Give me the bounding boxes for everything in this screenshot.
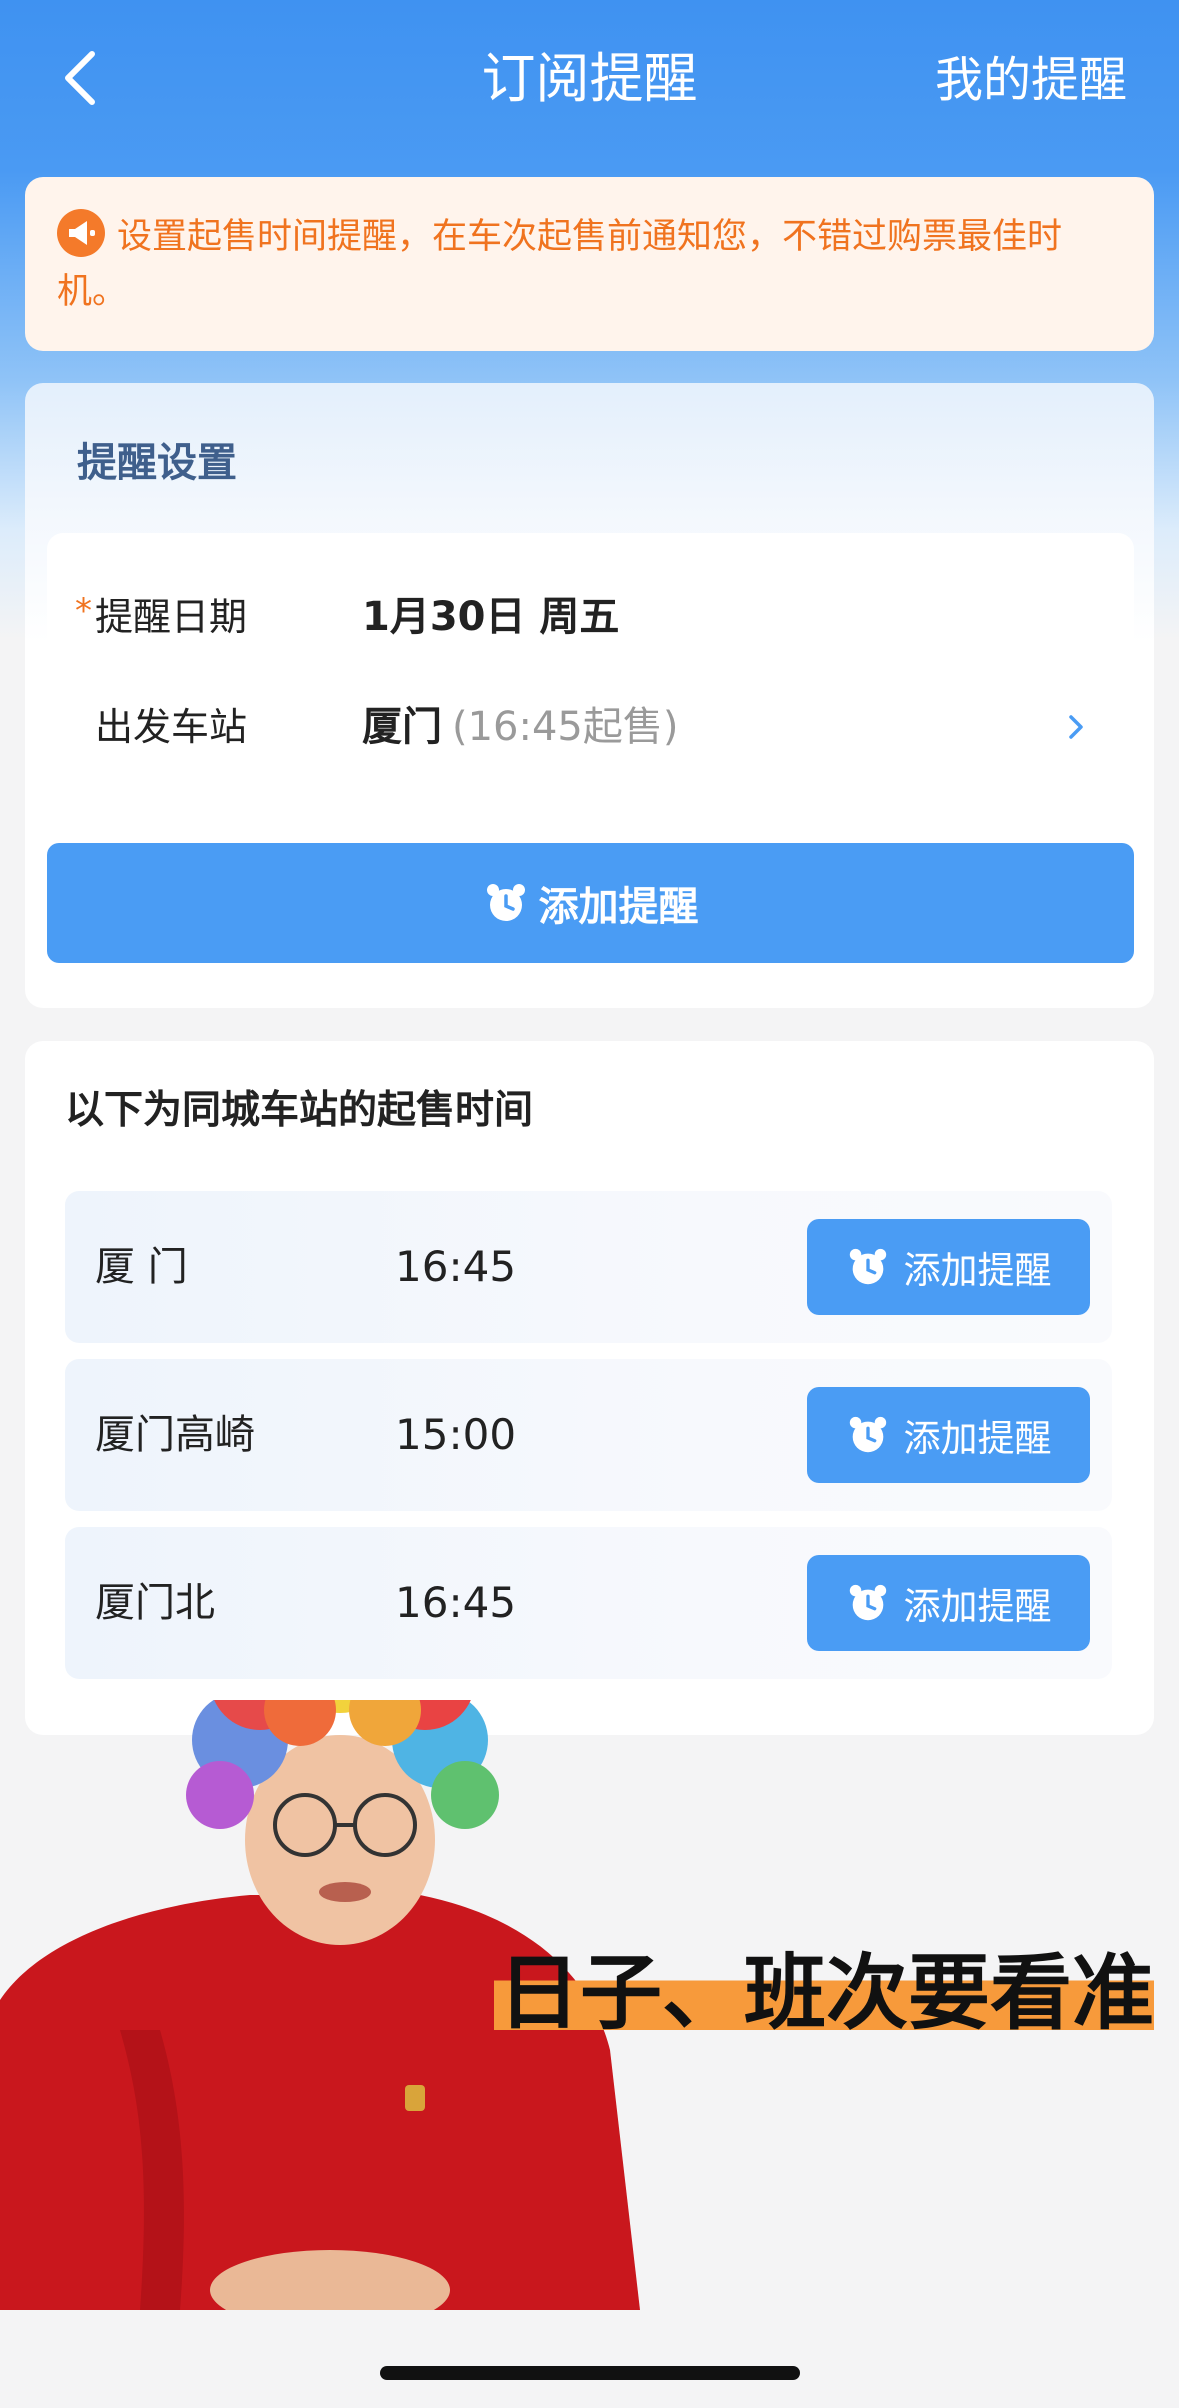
chevron-right-icon[interactable] [1058,709,1094,745]
station-name: 厦门高崎 [95,1412,255,1458]
date-value[interactable]: 1月30日 周五 [362,591,619,643]
alarm-clock-icon [849,1416,886,1453]
settings-form: * 提醒日期 1月30日 周五 出发车站 厦门 (16:45起售) [47,533,1134,810]
station-sale-time: (16:45起售) [452,704,679,750]
station-add-reminder-label: 添加提醒 [903,1249,1052,1292]
date-label-row: * 提醒日期 [75,591,248,643]
required-mark: * [75,591,92,631]
station-time: 16:45 [395,1242,517,1291]
alarm-clock-icon [486,884,525,921]
notice-banner: 设置起售时间提醒，在车次起售前通知您，不错过购票最佳时机。 [25,177,1154,351]
add-reminder-label: 添加提醒 [538,884,699,930]
station-row: 厦门高崎 15:00 添加提醒 [65,1359,1112,1511]
notice-text: 设置起售时间提醒，在车次起售前通知您，不错过购票最佳时机。 [57,217,1063,312]
station-row: 厦门北 16:45 添加提醒 [65,1527,1112,1679]
station-name: 厦门北 [95,1580,215,1626]
station-add-reminder-label: 添加提醒 [903,1417,1052,1460]
same-city-stations-card: 以下为同城车站的起售时间 厦 门 16:45 添加提醒 厦门高崎 15:00 添… [25,1041,1154,1735]
date-label: 提醒日期 [95,595,248,639]
megaphone-icon [57,209,105,257]
station-add-reminder-button[interactable]: 添加提醒 [807,1219,1090,1315]
station-add-reminder-button[interactable]: 添加提醒 [807,1387,1090,1483]
station-selector[interactable]: 厦门 (16:45起售) [362,701,678,753]
home-indicator[interactable] [380,2366,800,2380]
station-label: 出发车站 [95,705,248,749]
station-add-reminder-button[interactable]: 添加提醒 [807,1555,1090,1651]
nav-bar: 订阅提醒 我的提醒 [0,0,1179,160]
station-row: 厦 门 16:45 添加提醒 [65,1191,1112,1343]
reminder-settings-card: 提醒设置 * 提醒日期 1月30日 周五 出发车站 厦门 (16:45起售) 添… [25,383,1154,1008]
page: 订阅提醒 我的提醒 设置起售时间提醒，在车次起售前通知您，不错过购票最佳时机。 … [0,0,1179,2408]
add-reminder-button[interactable]: 添加提醒 [47,843,1134,963]
alarm-clock-icon [849,1248,886,1285]
sticker-caption: 日子、班次要看准 [494,1938,1154,2050]
settings-title: 提醒设置 [77,440,237,486]
station-name: 厦 门 [95,1244,188,1290]
same-city-title: 以下为同城车站的起售时间 [65,1088,534,1133]
station-time: 16:45 [395,1578,517,1627]
alarm-clock-icon [849,1584,886,1621]
station-value: 厦门 [362,704,442,750]
my-reminders-link[interactable]: 我的提醒 [935,46,1127,114]
station-add-reminder-label: 添加提醒 [903,1585,1052,1628]
station-time: 15:00 [395,1410,517,1459]
